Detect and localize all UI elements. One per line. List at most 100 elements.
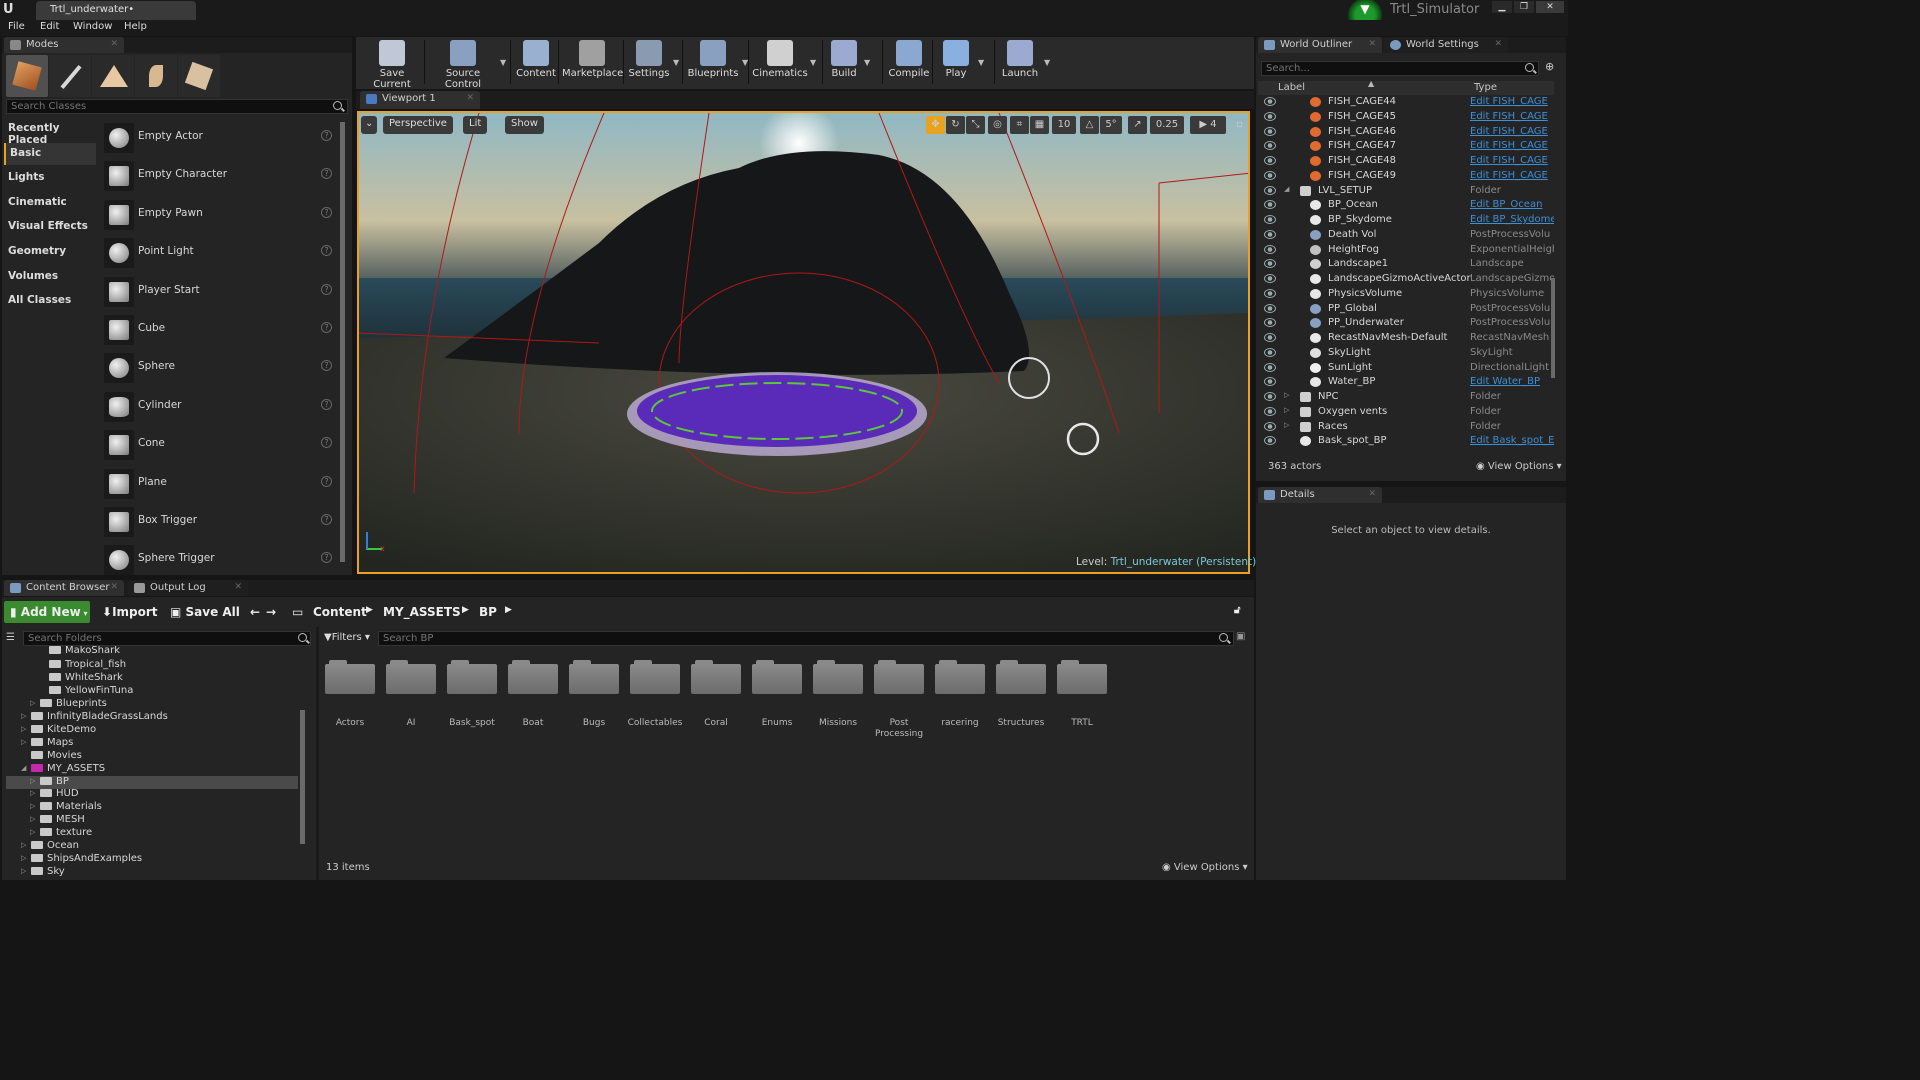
filters-button[interactable]: ▼Filters ▾ [324, 632, 370, 643]
content-view-options[interactable]: ◉ View Options ▾ [1162, 862, 1248, 873]
visibility-eye-icon[interactable] [1264, 244, 1276, 254]
menu-help[interactable]: Help [124, 21, 147, 32]
world-outliner-tab[interactable]: World Outliner ✕ [1258, 37, 1382, 53]
close-tab-icon[interactable]: ✕ [1368, 39, 1376, 49]
expand-arrow-icon[interactable]: ◢ [1284, 185, 1289, 193]
search-classes-input[interactable] [6, 99, 348, 114]
content-browser-tab[interactable]: Content Browser ✕ [4, 580, 124, 596]
outliner-row[interactable]: Water_BP Edit Water_BP [1258, 375, 1554, 390]
outliner-row[interactable]: SunLight DirectionalLight [1258, 361, 1554, 376]
folder-tile-racering[interactable]: racering [935, 660, 985, 738]
folder-tree-item[interactable]: ◢ MY_ASSETS [6, 763, 298, 776]
help-icon[interactable]: ? [321, 552, 332, 564]
lock-icon[interactable]: 🔓︎ [1234, 601, 1240, 623]
import-button[interactable]: ⬇Import [102, 601, 162, 623]
expand-arrow-icon[interactable]: ▷ [30, 802, 35, 810]
help-icon[interactable]: ? [321, 322, 332, 333]
expand-arrow-icon[interactable]: ▷ [21, 738, 26, 746]
close-tab-icon[interactable]: ✕ [110, 582, 118, 592]
expand-arrow-icon[interactable]: ▷ [21, 867, 26, 875]
visibility-eye-icon[interactable] [1264, 185, 1276, 195]
expand-arrow-icon[interactable]: ▷ [21, 725, 26, 733]
folder-tree-item[interactable]: ▷ Sky [6, 866, 298, 879]
scale-tool-icon[interactable]: ⤡ [966, 116, 985, 134]
visibility-eye-icon[interactable] [1264, 333, 1276, 342]
outliner-scrollbar[interactable] [1551, 278, 1555, 378]
dropdown-icon[interactable]: ▼ [673, 58, 679, 67]
outliner-row[interactable]: FISH_CAGE48 Edit FISH_CAGE [1258, 154, 1554, 169]
place-item-cube[interactable]: Cube? [100, 312, 338, 348]
outliner-row[interactable]: FISH_CAGE49 Edit FISH_CAGE [1258, 169, 1554, 184]
add-new-button[interactable]: ▮ Add New ▾ [4, 601, 90, 623]
help-icon[interactable]: ? [321, 168, 332, 180]
folder-tile-trtl[interactable]: TRTL [1057, 660, 1107, 738]
folder-tree-item[interactable]: ▷ MESH [6, 814, 298, 827]
place-item-cylinder[interactable]: Cylinder? [100, 389, 338, 425]
place-item-empty-character[interactable]: Empty Character? [100, 158, 338, 194]
folder-tile-bask-spot[interactable]: Bask_spot [447, 660, 497, 738]
output-log-tab[interactable]: Output Log ✕ [128, 580, 248, 596]
outliner-row[interactable]: FISH_CAGE44 Edit FISH_CAGE [1258, 95, 1554, 110]
visibility-eye-icon[interactable] [1264, 229, 1276, 239]
visibility-eye-icon[interactable] [1264, 318, 1276, 328]
outliner-row[interactable]: Death Vol PostProcessVolu [1258, 228, 1554, 243]
folder-tree-item[interactable]: Tropical_fish [6, 659, 298, 672]
search-folders-input[interactable] [23, 631, 311, 646]
menu-edit[interactable]: Edit [40, 21, 59, 32]
viewport-options-button[interactable]: ⌄ [361, 116, 377, 134]
expand-arrow-icon[interactable]: ▷ [30, 777, 35, 785]
close-tab-icon[interactable]: ✕ [234, 582, 242, 592]
expand-arrow-icon[interactable]: ▷ [30, 815, 35, 823]
visibility-eye-icon[interactable] [1264, 200, 1276, 210]
folder-tree-item[interactable]: ▷ Blueprints [6, 698, 298, 711]
outliner-row[interactable]: ▷ Races Folder [1258, 420, 1554, 435]
help-icon[interactable]: ? [321, 475, 332, 487]
actor-type[interactable]: Edit FISH_CAGE [1470, 96, 1554, 107]
visibility-eye-icon[interactable] [1264, 303, 1276, 313]
viewport-tab[interactable]: Viewport 1 ✕ [360, 91, 480, 109]
visibility-eye-icon[interactable] [1264, 156, 1276, 165]
visibility-eye-icon[interactable] [1264, 141, 1276, 151]
launch-button[interactable]: Launch [998, 38, 1042, 86]
content-button[interactable]: Content [514, 38, 558, 86]
outliner-row[interactable]: PP_Global PostProcessVolu [1258, 302, 1554, 317]
outliner-row[interactable]: FISH_CAGE46 Edit FISH_CAGE [1258, 125, 1554, 140]
world-settings-tab[interactable]: World Settings ✕ [1384, 37, 1508, 53]
actor-type[interactable]: Edit FISH_CAGE [1470, 126, 1554, 137]
expand-arrow-icon[interactable]: ▷ [21, 712, 26, 720]
help-icon[interactable]: ? [321, 206, 332, 218]
settings-button[interactable]: Settings [627, 38, 671, 86]
help-icon[interactable]: ? [321, 283, 332, 295]
place-item-sphere[interactable]: Sphere? [100, 350, 338, 386]
help-icon[interactable]: ? [321, 360, 332, 372]
close-tab-icon[interactable]: ✕ [1494, 39, 1502, 49]
expand-arrow-icon[interactable]: ▷ [1284, 391, 1289, 399]
rotation-snap-icon[interactable]: △ [1080, 116, 1099, 134]
close-tab-icon[interactable]: ✕ [110, 39, 118, 49]
world-local-icon[interactable]: ◎ [988, 116, 1007, 134]
paint-mode-icon[interactable] [49, 55, 91, 97]
build-button[interactable]: Build [826, 38, 862, 86]
geometry-edit-mode-icon[interactable] [178, 55, 220, 97]
path-my-assets[interactable]: MY_ASSETS [383, 601, 461, 623]
back-arrow-icon[interactable]: ← [250, 601, 262, 623]
place-item-cone[interactable]: Cone? [100, 427, 338, 463]
outliner-row[interactable]: ▷ NPC Folder [1258, 390, 1554, 405]
level-document-tab[interactable]: Trtl_underwater• [36, 1, 196, 20]
visibility-eye-icon[interactable] [1264, 215, 1276, 224]
search-bp-input[interactable] [378, 631, 1234, 646]
outliner-row[interactable]: LandscapeGizmoActiveActor LandscapeGizmoA [1258, 272, 1554, 287]
dropdown-icon[interactable]: ▼ [864, 58, 870, 67]
label-column[interactable]: Label [1278, 82, 1305, 93]
lit-button[interactable]: Lit [463, 116, 488, 134]
scale-snap-icon[interactable]: ↗ [1128, 116, 1147, 134]
folder-tree-item[interactable]: ▷ Maps [6, 737, 298, 750]
folder-tile-actors[interactable]: Actors [325, 660, 375, 738]
outliner-row[interactable]: BP_Skydome Edit BP_Skydome [1258, 213, 1554, 228]
cinematics-button[interactable]: Cinematics [752, 38, 808, 86]
help-icon[interactable]: ? [321, 130, 332, 141]
outliner-row[interactable]: Landscape1 Landscape [1258, 257, 1554, 272]
category-lights[interactable]: Lights [4, 167, 96, 189]
dropdown-icon[interactable]: ▼ [500, 58, 506, 67]
perspective-button[interactable]: Perspective [383, 116, 453, 134]
